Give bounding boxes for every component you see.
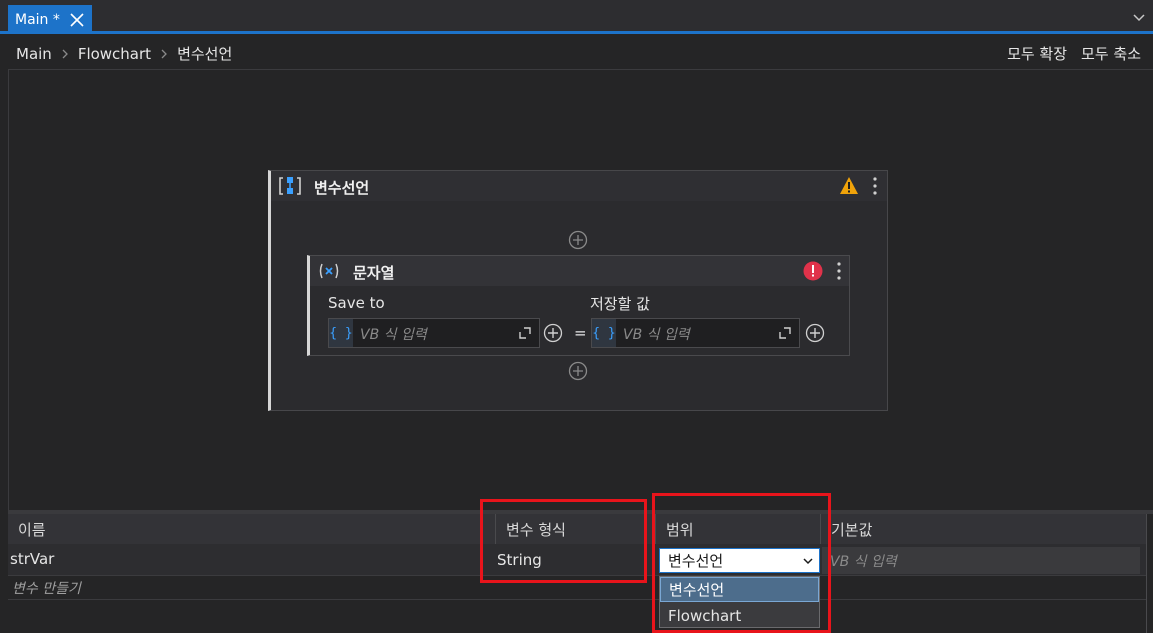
sequence-title: 변수선언 xyxy=(314,179,370,197)
save-to-placeholder: VB 식 입력 xyxy=(360,327,427,343)
save-to-input[interactable]: { } VB 식 입력 xyxy=(328,318,540,348)
expand-editor-icon[interactable] xyxy=(519,327,531,339)
column-default-label: 기본값 xyxy=(831,520,873,539)
expression-brace-icon: { } xyxy=(329,319,353,347)
add-field-icon[interactable] xyxy=(543,323,563,343)
add-activity-icon[interactable] xyxy=(568,361,588,381)
expand-editor-icon[interactable] xyxy=(779,327,791,339)
column-default[interactable]: 기본값 xyxy=(821,514,1147,544)
variable-name-cell[interactable]: strVar xyxy=(10,550,54,568)
value-input[interactable]: { } VB 식 입력 xyxy=(591,318,800,348)
value-placeholder: VB 식 입력 xyxy=(623,327,690,343)
highlight-box-scope xyxy=(652,493,831,633)
save-to-label: Save to xyxy=(328,294,385,312)
default-value-placeholder: VB 식 입력 xyxy=(830,553,897,570)
close-icon[interactable] xyxy=(68,9,86,29)
chevron-down-icon[interactable] xyxy=(1133,11,1145,23)
expression-brace-icon: { } xyxy=(592,319,616,347)
breadcrumb-item-flowchart[interactable]: Flowchart xyxy=(78,45,151,63)
more-options-icon[interactable] xyxy=(872,176,878,196)
assign-title: 문자열 xyxy=(353,264,395,282)
warning-icon[interactable] xyxy=(839,176,859,196)
breadcrumb: Main Flowchart 변수선언 xyxy=(16,43,232,64)
highlight-box-type xyxy=(480,499,647,583)
column-name[interactable]: 이름 xyxy=(8,514,496,544)
breadcrumb-bar: Main Flowchart 변수선언 모두 확장 모두 축소 xyxy=(8,34,1153,70)
assign-header: 문자열 xyxy=(310,256,849,286)
scrollbar-track[interactable] xyxy=(1146,516,1147,633)
error-icon[interactable] xyxy=(803,261,823,281)
document-tab-bar: Main * xyxy=(0,0,1153,34)
breadcrumb-item-current: 변수선언 xyxy=(177,45,233,63)
default-value-input[interactable]: VB 식 입력 xyxy=(822,547,1140,574)
variable-icon xyxy=(319,263,339,279)
collapse-all-link[interactable]: 모두 축소 xyxy=(1081,43,1141,64)
breadcrumb-item-main[interactable]: Main xyxy=(16,45,52,63)
tab-main[interactable]: Main * xyxy=(8,5,92,34)
chevron-right-icon xyxy=(62,49,68,58)
add-activity-icon[interactable] xyxy=(568,230,588,250)
add-field-icon[interactable] xyxy=(805,323,825,343)
tab-title: Main * xyxy=(15,11,60,28)
expand-all-link[interactable]: 모두 확장 xyxy=(1007,43,1067,64)
chevron-right-icon xyxy=(161,49,167,58)
more-options-icon[interactable] xyxy=(836,261,842,281)
create-variable-label[interactable]: 변수 만들기 xyxy=(12,578,81,598)
value-label: 저장할 값 xyxy=(590,295,650,313)
sequence-header: 변수선언 xyxy=(271,171,887,201)
equals-sign: = xyxy=(574,324,587,342)
sequence-activity[interactable]: 변수선언 문자열 Save to 저장할 값 {} VB 식 입력 = {}… xyxy=(268,170,888,411)
expand-collapse-actions: 모두 확장 모두 축소 xyxy=(1007,43,1141,64)
column-name-label: 이름 xyxy=(18,520,46,539)
assign-activity[interactable]: 문자열 Save to 저장할 값 { } VB 식 입력 = { } VB 식… xyxy=(307,255,850,356)
sequence-icon xyxy=(279,177,301,195)
